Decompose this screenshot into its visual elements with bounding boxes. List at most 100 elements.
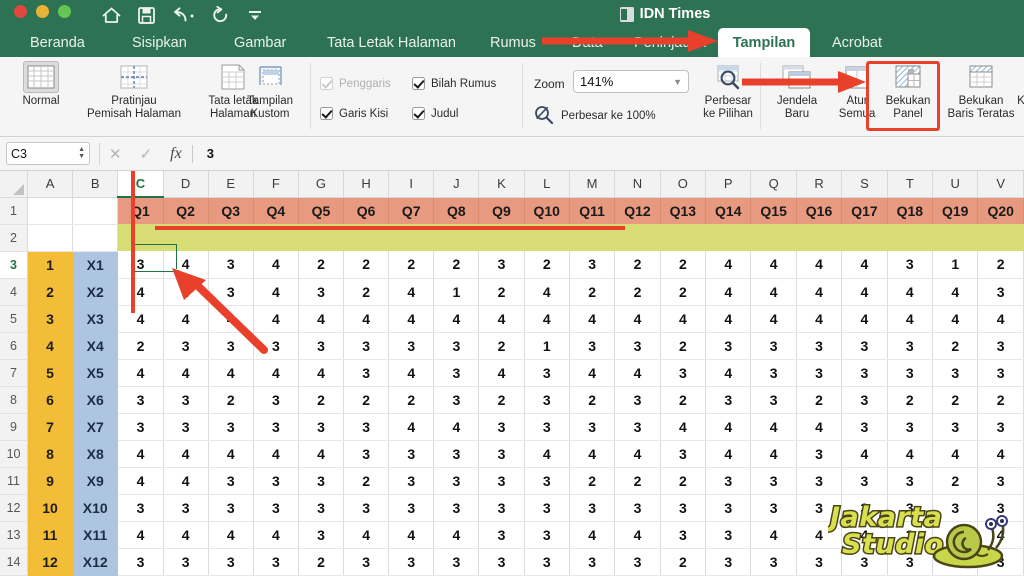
cell-H3[interactable]: 2 [343,251,390,279]
formula-input[interactable]: 3 [207,146,214,161]
cell-B7[interactable]: X5 [72,359,119,387]
checkbox-judul[interactable]: Judul [412,107,459,120]
cell-O1[interactable]: Q13 [660,197,707,224]
row-header-8[interactable]: 8 [0,386,29,414]
cell-L4[interactable]: 4 [524,278,570,306]
cell-C4[interactable]: 4 [117,278,164,306]
cell-J7[interactable]: 3 [433,359,480,387]
cell-T12[interactable]: 3 [887,494,934,522]
confirm-icon[interactable]: ✓ [140,145,153,163]
cell-C14[interactable]: 3 [117,548,164,576]
row-header-6[interactable]: 6 [0,332,29,360]
cell-K6[interactable]: 2 [478,332,525,360]
cell-F10[interactable]: 4 [253,440,299,468]
cell-T13[interactable]: 3 [887,521,934,549]
cell-G10[interactable]: 4 [298,440,345,468]
cell-S2[interactable] [841,224,888,251]
select-all-corner[interactable] [0,171,29,198]
cell-D9[interactable]: 3 [163,413,209,441]
home-icon[interactable] [102,7,121,24]
cell-E2[interactable] [208,224,254,251]
cell-V12[interactable]: 3 [977,494,1024,522]
cell-I1[interactable]: Q7 [388,197,435,224]
cell-Q7[interactable]: 3 [750,359,797,387]
cell-G4[interactable]: 3 [298,278,345,306]
cell-T11[interactable]: 3 [887,467,934,495]
fill-handle[interactable] [174,269,180,275]
column-header-i[interactable]: I [388,171,435,198]
cell-L9[interactable]: 3 [524,413,570,441]
cell-B14[interactable]: X12 [72,548,119,576]
cell-I5[interactable]: 4 [388,305,435,333]
cell-D14[interactable]: 3 [163,548,209,576]
cell-C2[interactable] [117,224,164,251]
cell-G7[interactable]: 4 [298,359,345,387]
cell-C5[interactable]: 4 [117,305,164,333]
cell-Q10[interactable]: 4 [750,440,797,468]
cell-L8[interactable]: 3 [524,386,570,414]
cell-H4[interactable]: 2 [343,278,390,306]
cell-A8[interactable]: 6 [27,386,74,414]
cell-I4[interactable]: 4 [388,278,435,306]
checkbox-garis-kisi[interactable]: Garis Kisi [320,107,388,120]
cell-S1[interactable]: Q17 [841,197,888,224]
cell-Q5[interactable]: 4 [750,305,797,333]
cell-F2[interactable] [253,224,299,251]
cell-F5[interactable]: 4 [253,305,299,333]
cell-M8[interactable]: 2 [569,386,616,414]
cell-M6[interactable]: 3 [569,332,616,360]
cell-G14[interactable]: 2 [298,548,345,576]
cell-U5[interactable]: 4 [932,305,979,333]
cell-R7[interactable]: 3 [796,359,843,387]
row-header-10[interactable]: 10 [0,440,29,468]
cell-U14[interactable]: 3 [932,548,979,576]
tab-rumus[interactable]: Rumus [478,28,548,57]
cell-B1[interactable] [72,197,119,225]
cell-H1[interactable]: Q6 [343,197,390,224]
cell-A4[interactable]: 2 [27,278,74,306]
cell-T10[interactable]: 4 [887,440,934,468]
checkbox-judul-box[interactable] [412,107,425,120]
cell-M5[interactable]: 4 [569,305,616,333]
cell-O8[interactable]: 2 [660,386,707,414]
column-header-e[interactable]: E [208,171,254,198]
cell-V7[interactable]: 3 [977,359,1024,387]
cell-L12[interactable]: 3 [524,494,570,522]
cell-Q4[interactable]: 4 [750,278,797,306]
cell-F8[interactable]: 3 [253,386,299,414]
cell-S6[interactable]: 3 [841,332,888,360]
cell-D4[interactable]: 4 [163,278,209,306]
checkbox-penggaris[interactable]: Penggaris [320,77,391,90]
cell-R11[interactable]: 3 [796,467,843,495]
cell-R2[interactable] [796,224,843,251]
cell-L5[interactable]: 4 [524,305,570,333]
ribbon-button-perbesar-ke-pilihan[interactable]: Perbesar ke Pilihan [690,61,766,120]
cell-C3[interactable]: 3 [117,251,164,279]
ribbon-tab-strip[interactable]: Beranda Sisipkan Gambar Tata Letak Halam… [0,28,1024,57]
cell-L14[interactable]: 3 [524,548,570,576]
cell-R13[interactable]: 4 [796,521,843,549]
cell-E5[interactable]: 4 [208,305,254,333]
cell-J1[interactable]: Q8 [433,197,480,224]
cell-T8[interactable]: 2 [887,386,934,414]
cell-F9[interactable]: 3 [253,413,299,441]
cell-J9[interactable]: 4 [433,413,480,441]
cell-N1[interactable]: Q12 [614,197,661,224]
name-box-stepper[interactable]: ▲ ▼ [78,146,85,160]
row-header-7[interactable]: 7 [0,359,29,387]
cell-O3[interactable]: 2 [660,251,707,279]
cell-D7[interactable]: 4 [163,359,209,387]
cell-S13[interactable]: 4 [841,521,888,549]
row-header-1[interactable]: 1 [0,197,29,225]
cell-O14[interactable]: 2 [660,548,707,576]
cell-U6[interactable]: 2 [932,332,979,360]
cell-S3[interactable]: 4 [841,251,888,279]
cell-I3[interactable]: 2 [388,251,435,279]
cell-C7[interactable]: 4 [117,359,164,387]
cell-A3[interactable]: 1 [27,251,74,279]
cell-P11[interactable]: 3 [705,467,752,495]
cell-K9[interactable]: 3 [478,413,525,441]
cell-V1[interactable]: Q20 [977,197,1024,224]
cell-P3[interactable]: 4 [705,251,752,279]
cell-A12[interactable]: 10 [27,494,74,522]
